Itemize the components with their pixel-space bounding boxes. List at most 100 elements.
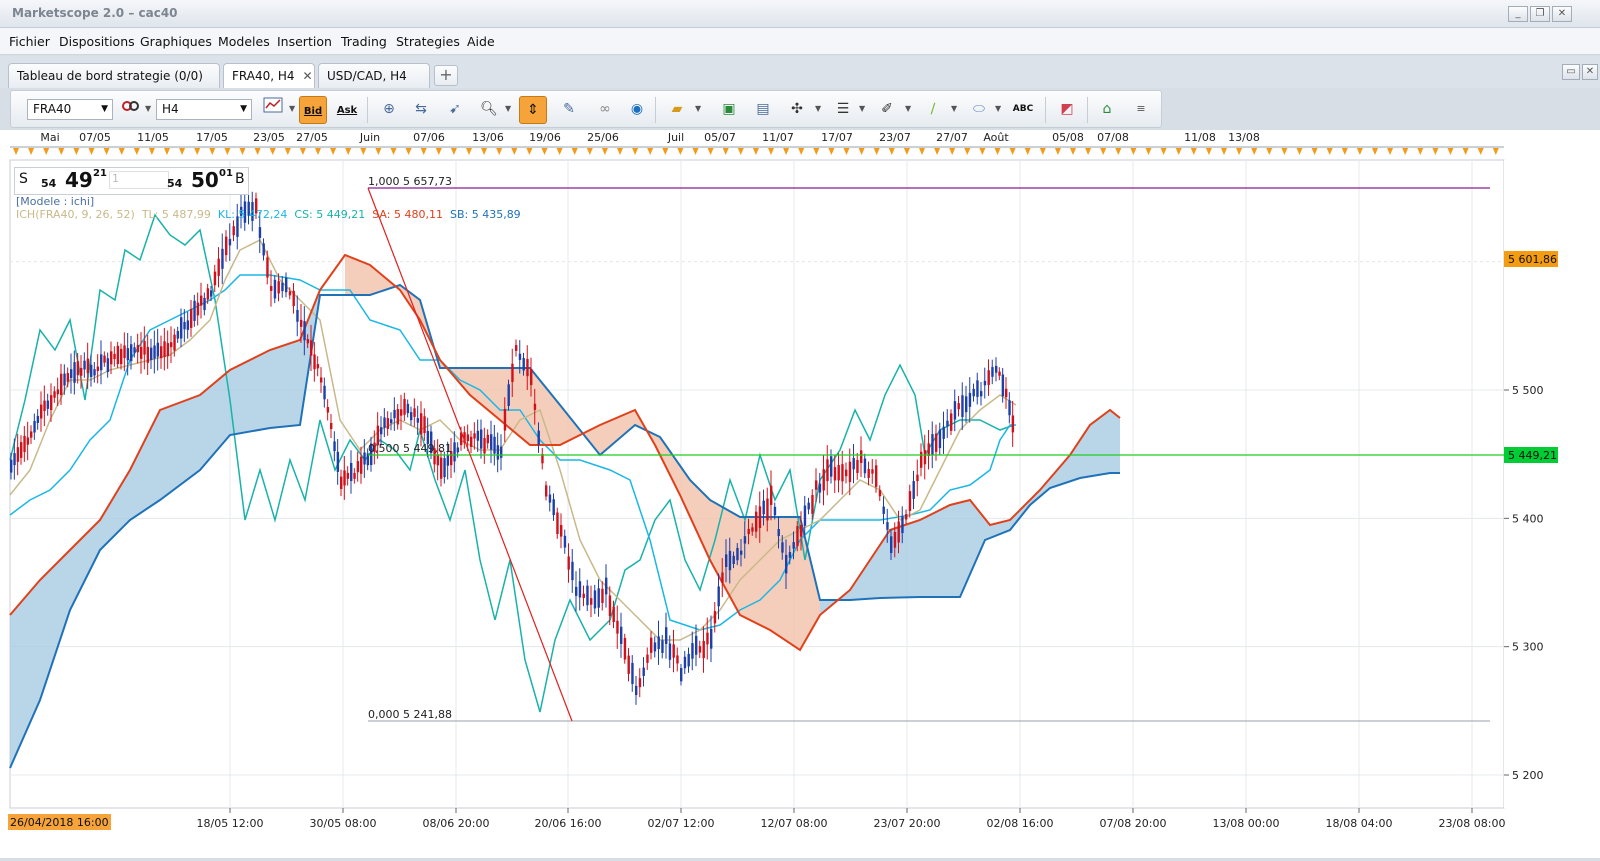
candle-bull: [785, 554, 788, 574]
ruler-icon[interactable]: ▰: [663, 96, 691, 124]
candle-bull: [912, 481, 915, 499]
menu-modeles[interactable]: Modeles: [218, 34, 270, 49]
amount-input[interactable]: 1: [109, 171, 169, 189]
link-icon[interactable]: ∞: [591, 96, 619, 124]
chevron-down-icon[interactable]: ▼: [815, 104, 821, 113]
chevron-down-icon[interactable]: ▼: [505, 104, 511, 113]
menu-dispositions[interactable]: Dispositions: [59, 34, 135, 49]
legend-sa: SA: 5 480,11: [372, 208, 443, 221]
time-tick-label: 13/08 00:00: [1213, 817, 1280, 830]
add-tab-button[interactable]: +: [434, 65, 458, 86]
candle-bear: [343, 470, 346, 486]
tab-close-button[interactable]: ✕: [1582, 64, 1598, 80]
menu-graphiques[interactable]: Graphiques: [140, 34, 212, 49]
chart-area[interactable]: Mai 07/05 11/05 17/05 23/05 27/05 Juin 07/06 13/…: [0, 130, 1600, 858]
candle-bull: [976, 380, 979, 397]
pen-icon[interactable]: ✐: [873, 96, 901, 124]
candle-bear: [747, 528, 750, 535]
candle-bear: [163, 341, 166, 358]
candle-bear: [511, 363, 514, 382]
candle-bear: [856, 459, 859, 473]
chevron-down-icon[interactable]: ▼: [695, 104, 701, 113]
menu-trading[interactable]: Trading: [341, 34, 387, 49]
chevron-down-icon[interactable]: ▼: [289, 104, 295, 113]
hierarchy-icon[interactable]: ⌂: [1093, 96, 1121, 124]
symbol-select[interactable]: FRA40 ▼: [27, 99, 113, 120]
lines-icon[interactable]: ☰: [829, 96, 857, 124]
text-icon[interactable]: ABC: [1009, 96, 1037, 124]
menu-fichier[interactable]: Fichier: [9, 34, 50, 49]
candle-bear: [556, 512, 559, 535]
quote-panel[interactable]: S 54 49 21 1 54 50 01 B: [14, 167, 249, 195]
tab-fra40-h4[interactable]: FRA40, H4 ✕: [223, 63, 315, 88]
candle-bull: [73, 362, 76, 383]
indicator-icon[interactable]: [117, 96, 145, 124]
candle-bear: [567, 556, 570, 570]
print-icon[interactable]: ▤: [749, 96, 777, 124]
candle-bear: [920, 451, 923, 468]
top-date-label: 05/07: [704, 131, 736, 144]
scroll-icon[interactable]: ⇆: [407, 96, 435, 124]
candle-bear: [927, 443, 930, 457]
properties-icon[interactable]: ⇕: [519, 96, 547, 124]
candle-bear: [20, 442, 23, 458]
ellipse-icon[interactable]: ⬭: [965, 96, 993, 124]
candle-bear: [403, 398, 406, 415]
chevron-down-icon[interactable]: ▼: [145, 104, 151, 113]
menu-aide[interactable]: Aide: [467, 34, 495, 49]
top-date-label: 07/08: [1097, 131, 1129, 144]
timeframe-select[interactable]: H4 ▼: [156, 99, 252, 120]
chevron-down-icon[interactable]: ▼: [995, 104, 1001, 113]
price-marker-label: 5 449,21: [1508, 449, 1557, 462]
bid-button[interactable]: Bid: [299, 96, 327, 124]
candle-bear: [140, 346, 143, 359]
candle-bear: [515, 345, 518, 351]
globe-icon[interactable]: ◉: [623, 96, 651, 124]
ichimoku-chart[interactable]: Mai 07/05 11/05 17/05 23/05 27/05 Juin 07/06 13/…: [0, 130, 1600, 858]
chevron-down-icon[interactable]: ▼: [951, 104, 957, 113]
menu-strategies[interactable]: Strategies: [396, 34, 460, 49]
tools-icon[interactable]: ✣: [783, 96, 811, 124]
chevron-down-icon[interactable]: ▼: [905, 104, 911, 113]
menu-icon[interactable]: ≡: [1127, 96, 1155, 124]
candle-bull: [732, 555, 735, 564]
restore-button[interactable]: ❐: [1530, 6, 1550, 22]
zoom-icon[interactable]: 🔍︎: [475, 96, 503, 124]
candle-bull: [980, 391, 983, 397]
buy-price[interactable]: 50: [191, 168, 219, 192]
candle-bear: [400, 409, 403, 416]
close-icon[interactable]: ✕: [303, 69, 313, 83]
close-window-button[interactable]: ✕: [1552, 6, 1572, 22]
eraser-icon[interactable]: ◩: [1053, 96, 1081, 124]
image-icon[interactable]: ▣: [715, 96, 743, 124]
candle-bull: [852, 458, 855, 470]
candle-bear: [893, 531, 897, 548]
candle-bear: [905, 514, 908, 520]
legend-ich: ICH(FRA40, 9, 26, 52): [16, 208, 135, 221]
ask-button[interactable]: Ask: [333, 96, 361, 124]
draw-icon[interactable]: ✎: [555, 96, 583, 124]
candle-bull: [350, 462, 353, 482]
buy-letter[interactable]: B: [235, 171, 245, 187]
cursor-icon[interactable]: ➹: [441, 96, 469, 124]
minimize-button[interactable]: _: [1508, 6, 1528, 22]
trendline-icon[interactable]: ∕: [919, 96, 947, 124]
tab-usdcad-h4[interactable]: USD/CAD, H4: [318, 63, 430, 88]
candle-bear: [800, 525, 803, 537]
sell-letter[interactable]: S: [19, 171, 28, 187]
candle-bear: [608, 595, 612, 617]
tab-tableau-de-bord[interactable]: Tableau de bord strategie (0/0): [8, 63, 220, 88]
tab-minimize-button[interactable]: ▭: [1562, 64, 1580, 80]
crosshair-icon[interactable]: ⊕: [375, 96, 403, 124]
candle-bull: [156, 342, 160, 357]
candle-bear: [878, 490, 882, 497]
candle-bull: [296, 309, 299, 322]
chart-type-icon[interactable]: [259, 96, 287, 124]
menu-insertion[interactable]: Insertion: [277, 34, 332, 49]
candle-bull: [90, 364, 93, 377]
chevron-down-icon[interactable]: ▼: [859, 104, 865, 113]
legend-cs: CS: 5 449,21: [294, 208, 366, 221]
sell-price[interactable]: 49: [65, 168, 93, 192]
candle-bull: [490, 434, 493, 450]
candle-bull: [578, 581, 582, 598]
